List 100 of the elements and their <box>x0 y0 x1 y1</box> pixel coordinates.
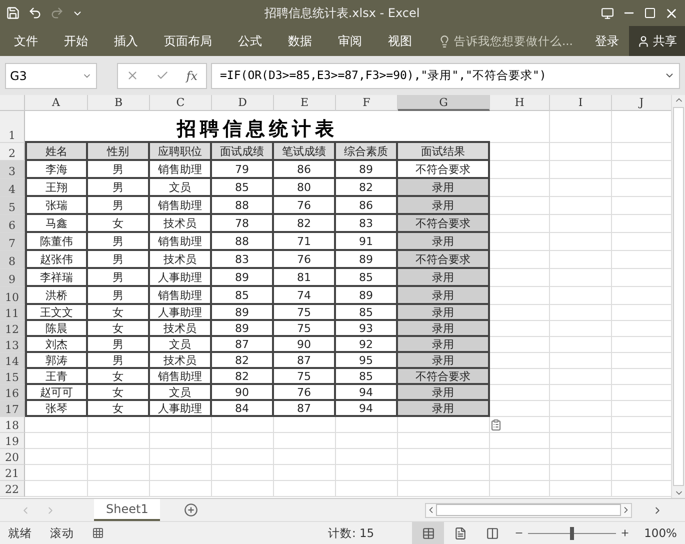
row-header[interactable]: 19 <box>0 433 25 449</box>
column-header[interactable]: C <box>150 95 212 111</box>
row-header[interactable]: 13 <box>0 337 25 353</box>
result-cell[interactable]: 不符合要求 <box>398 251 490 269</box>
row-header[interactable]: 10 <box>0 287 25 305</box>
save-icon[interactable] <box>6 6 20 20</box>
row-header[interactable]: 12 <box>0 321 25 337</box>
result-cell[interactable]: 不符合要求 <box>398 161 490 179</box>
table-cell: 王文文 <box>25 305 88 321</box>
table-cell: 女 <box>88 369 150 385</box>
row-header[interactable]: 15 <box>0 369 25 385</box>
horizontal-scrollbar[interactable] <box>425 502 632 518</box>
ribbon-tab[interactable]: 视图 <box>388 32 412 50</box>
scrollbar-thumb[interactable] <box>673 107 684 486</box>
share-button[interactable]: 共享 <box>629 26 685 56</box>
table-cell: 85 <box>212 179 274 197</box>
row-header[interactable]: 5 <box>0 197 25 215</box>
ribbon-tab[interactable]: 公式 <box>238 32 262 50</box>
result-cell[interactable]: 不符合要求 <box>398 215 490 233</box>
row-header[interactable]: 18 <box>0 417 25 433</box>
row-header[interactable]: 3 <box>0 161 25 179</box>
result-cell[interactable]: 录用 <box>398 269 490 287</box>
table-cell: 销售助理 <box>150 369 212 385</box>
row-header[interactable]: 11 <box>0 305 25 321</box>
result-cell[interactable]: 不符合要求 <box>398 369 490 385</box>
row-header[interactable]: 8 <box>0 251 25 269</box>
ribbon-display-icon[interactable] <box>601 6 614 20</box>
row-header[interactable]: 14 <box>0 353 25 369</box>
row-header[interactable]: 17 <box>0 401 25 417</box>
table-cell: 89 <box>336 287 398 305</box>
table-cell: 80 <box>274 179 336 197</box>
row-header[interactable]: 16 <box>0 385 25 401</box>
normal-view-icon <box>422 526 435 540</box>
zoom-in-icon[interactable] <box>620 528 630 538</box>
row-header[interactable]: 4 <box>0 179 25 197</box>
sign-in-link[interactable]: 登录 <box>595 32 619 50</box>
insert-function-button[interactable]: fx <box>186 68 198 82</box>
column-header[interactable]: G <box>398 95 490 111</box>
maximize-icon[interactable] <box>644 7 656 19</box>
page-layout-icon <box>454 526 467 540</box>
column-header[interactable]: D <box>212 95 274 111</box>
table-cell: 91 <box>336 233 398 251</box>
ribbon-tab[interactable]: 插入 <box>114 32 138 50</box>
tell-me-field[interactable]: 告诉我您想要做什么... <box>454 34 573 48</box>
row-header[interactable]: 21 <box>0 465 25 481</box>
paste-options-icon[interactable] <box>490 418 502 430</box>
column-header[interactable]: A <box>25 95 88 111</box>
table-cell: 87 <box>212 337 274 353</box>
result-cell[interactable]: 录用 <box>398 287 490 305</box>
result-cell[interactable]: 录用 <box>398 353 490 369</box>
formula-field[interactable]: =IF(OR(D3>=85,E3>=87,F3>=90),"录用","不符合要求") <box>211 62 680 88</box>
column-header[interactable]: E <box>274 95 336 111</box>
select-all-button[interactable] <box>0 95 25 111</box>
vertical-scrollbar[interactable] <box>671 95 685 498</box>
table-cell: 94 <box>336 385 398 401</box>
column-header[interactable]: J <box>612 95 672 111</box>
row-header[interactable]: 20 <box>0 449 25 465</box>
ribbon-tab[interactable]: 页面布局 <box>164 32 212 50</box>
ribbon-tab[interactable]: 开始 <box>64 32 88 50</box>
result-cell[interactable]: 录用 <box>398 321 490 337</box>
column-header[interactable]: H <box>490 95 550 111</box>
result-cell[interactable]: 录用 <box>398 197 490 215</box>
cancel-icon[interactable] <box>126 69 140 82</box>
table-cell: 89 <box>336 161 398 179</box>
ribbon-tab[interactable]: 审阅 <box>338 32 362 50</box>
zoom-thumb[interactable] <box>570 526 574 540</box>
row-header[interactable]: 9 <box>0 269 25 287</box>
table-cell: 男 <box>88 233 150 251</box>
row-header[interactable]: 7 <box>0 233 25 251</box>
table-cell: 男 <box>88 251 150 269</box>
table-cell: 人事助理 <box>150 269 212 287</box>
table-cell: 82 <box>336 179 398 197</box>
row-header[interactable]: 6 <box>0 215 25 233</box>
column-header[interactable]: B <box>88 95 150 111</box>
row-header[interactable]: 2 <box>0 143 25 161</box>
scrollbar-thumb[interactable] <box>436 504 621 516</box>
name-box[interactable]: G3 <box>5 62 97 88</box>
table-cell: 女 <box>88 385 150 401</box>
table-cell: 83 <box>336 215 398 233</box>
result-cell[interactable]: 录用 <box>398 233 490 251</box>
undo-icon[interactable] <box>28 6 42 20</box>
macro-record-icon[interactable] <box>92 527 104 539</box>
normal-view-button[interactable] <box>412 522 444 544</box>
result-cell[interactable]: 录用 <box>398 179 490 197</box>
column-header[interactable]: I <box>550 95 612 111</box>
table-cell: 94 <box>336 401 398 417</box>
result-cell[interactable]: 录用 <box>398 385 490 401</box>
table-cell: 88 <box>212 197 274 215</box>
row-header[interactable]: 1 <box>0 111 25 143</box>
add-sheet-icon[interactable] <box>184 503 198 517</box>
result-cell[interactable]: 录用 <box>398 305 490 321</box>
table-cell: 赵张伟 <box>25 251 88 269</box>
ribbon-tab[interactable]: 文件 <box>14 32 38 50</box>
column-header[interactable]: F <box>336 95 398 111</box>
result-cell[interactable]: 录用 <box>398 337 490 353</box>
result-cell[interactable]: 录用 <box>398 401 490 417</box>
row-header[interactable]: 22 <box>0 481 25 497</box>
sheet-tab[interactable]: Sheet1 <box>94 499 160 521</box>
redo-icon[interactable] <box>50 6 64 20</box>
ribbon-tab[interactable]: 数据 <box>288 32 312 50</box>
